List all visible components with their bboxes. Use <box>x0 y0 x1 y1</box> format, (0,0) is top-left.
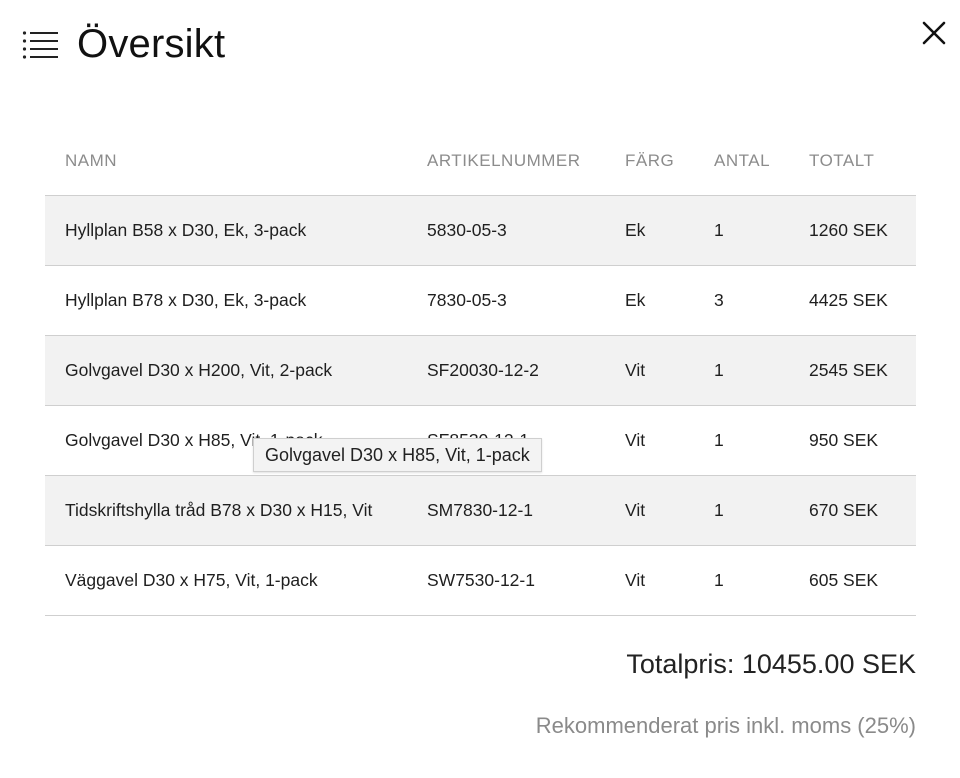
cell-name: Tidskriftshylla tråd B78 x D30 x H15, Vi… <box>45 475 407 546</box>
cell-total: 1260 SEK <box>789 195 916 266</box>
table-row: Tidskriftshylla tråd B78 x D30 x H15, Vi… <box>45 475 916 546</box>
close-x-icon <box>922 21 946 45</box>
column-header-total: TOTALT <box>789 126 916 196</box>
cell-color: Vit <box>605 475 694 546</box>
table-row: Hyllplan B78 x D30, Ek, 3-pack 7830-05-3… <box>45 265 916 336</box>
hamburger-list-icon <box>22 31 58 59</box>
table-row: Väggavel D30 x H75, Vit, 1-pack SW7530-1… <box>45 545 916 616</box>
cell-color: Vit <box>605 405 694 476</box>
cell-color: Ek <box>605 195 694 266</box>
cell-article-number: SM7830-12-1 <box>407 475 605 546</box>
cell-quantity: 1 <box>694 545 789 616</box>
page-title: Översikt <box>77 22 226 66</box>
table-row: Golvgavel D30 x H200, Vit, 2-pack SF2003… <box>45 335 916 406</box>
cell-quantity: 1 <box>694 405 789 476</box>
cell-total: 670 SEK <box>789 475 916 546</box>
table-row: Hyllplan B58 x D30, Ek, 3-pack 5830-05-3… <box>45 195 916 266</box>
column-header-color: FÄRG <box>605 126 694 196</box>
cell-color: Vit <box>605 335 694 406</box>
cell-article-number: 7830-05-3 <box>407 265 605 336</box>
close-icon[interactable] <box>920 19 948 47</box>
cell-quantity: 1 <box>694 335 789 406</box>
header: Översikt <box>0 0 960 90</box>
cell-quantity: 3 <box>694 265 789 336</box>
cell-name: Golvgavel D30 x H200, Vit, 2-pack <box>45 335 407 406</box>
table-header-row: NAMN ARTIKELNUMMER FÄRG ANTAL TOTALT <box>45 126 916 196</box>
cell-article-number: SF20030-12-2 <box>407 335 605 406</box>
cell-total: 950 SEK <box>789 405 916 476</box>
overview-page: Översikt NAMN ARTIKELNUMMER FÄRG ANTAL T… <box>0 0 960 778</box>
cell-name: Hyllplan B58 x D30, Ek, 3-pack <box>45 195 407 266</box>
cell-name: Hyllplan B78 x D30, Ek, 3-pack <box>45 265 407 336</box>
order-overview-table: NAMN ARTIKELNUMMER FÄRG ANTAL TOTALT Hyl… <box>45 126 916 616</box>
cell-article-number: SW7530-12-1 <box>407 545 605 616</box>
cell-article-number: 5830-05-3 <box>407 195 605 266</box>
vat-note: Rekommenderat pris inkl. moms (25%) <box>535 713 916 738</box>
name-tooltip: Golvgavel D30 x H85, Vit, 1-pack <box>253 438 542 472</box>
cell-color: Vit <box>605 545 694 616</box>
menu-icon[interactable] <box>22 30 60 60</box>
cell-quantity: 1 <box>694 475 789 546</box>
cell-color: Ek <box>605 265 694 336</box>
total-price: Totalpris: 10455.00 SEK <box>626 649 916 679</box>
column-header-article-number: ARTIKELNUMMER <box>407 126 605 196</box>
cell-name: Väggavel D30 x H75, Vit, 1-pack <box>45 545 407 616</box>
cell-quantity: 1 <box>694 195 789 266</box>
column-header-quantity: ANTAL <box>694 126 789 196</box>
column-header-name: NAMN <box>45 126 407 196</box>
cell-total: 4425 SEK <box>789 265 916 336</box>
cell-total: 2545 SEK <box>789 335 916 406</box>
cell-total: 605 SEK <box>789 545 916 616</box>
